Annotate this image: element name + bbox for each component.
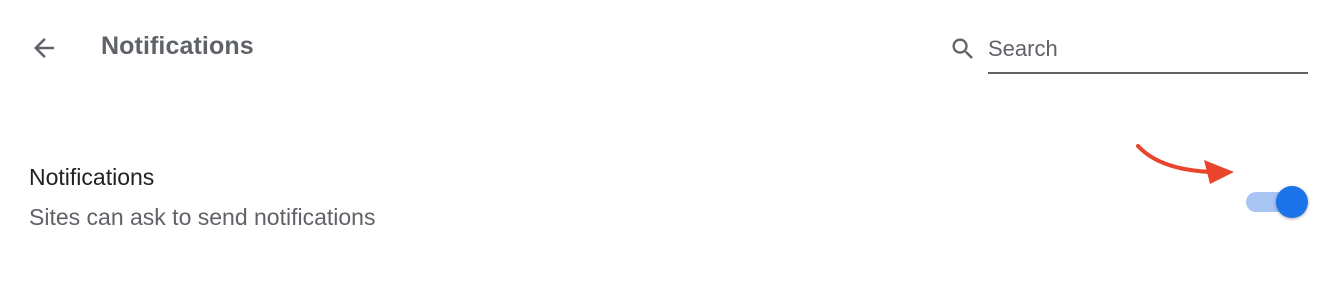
- search-input[interactable]: [988, 34, 1306, 64]
- toggle-knob: [1276, 186, 1308, 218]
- search-field: [988, 30, 1308, 74]
- page-header: Notifications: [0, 0, 1340, 96]
- notifications-toggle[interactable]: [1246, 186, 1310, 218]
- setting-title: Notifications: [29, 164, 155, 190]
- arrow-back-icon: [34, 38, 54, 58]
- search-icon[interactable]: [948, 34, 978, 64]
- page-title: Notifications: [101, 32, 254, 60]
- back-button[interactable]: [24, 28, 64, 68]
- notifications-setting-row[interactable]: Notifications Sites can ask to send noti…: [0, 150, 1340, 250]
- setting-description: Sites can ask to send notifications: [29, 204, 376, 230]
- search-bar: [948, 30, 1308, 74]
